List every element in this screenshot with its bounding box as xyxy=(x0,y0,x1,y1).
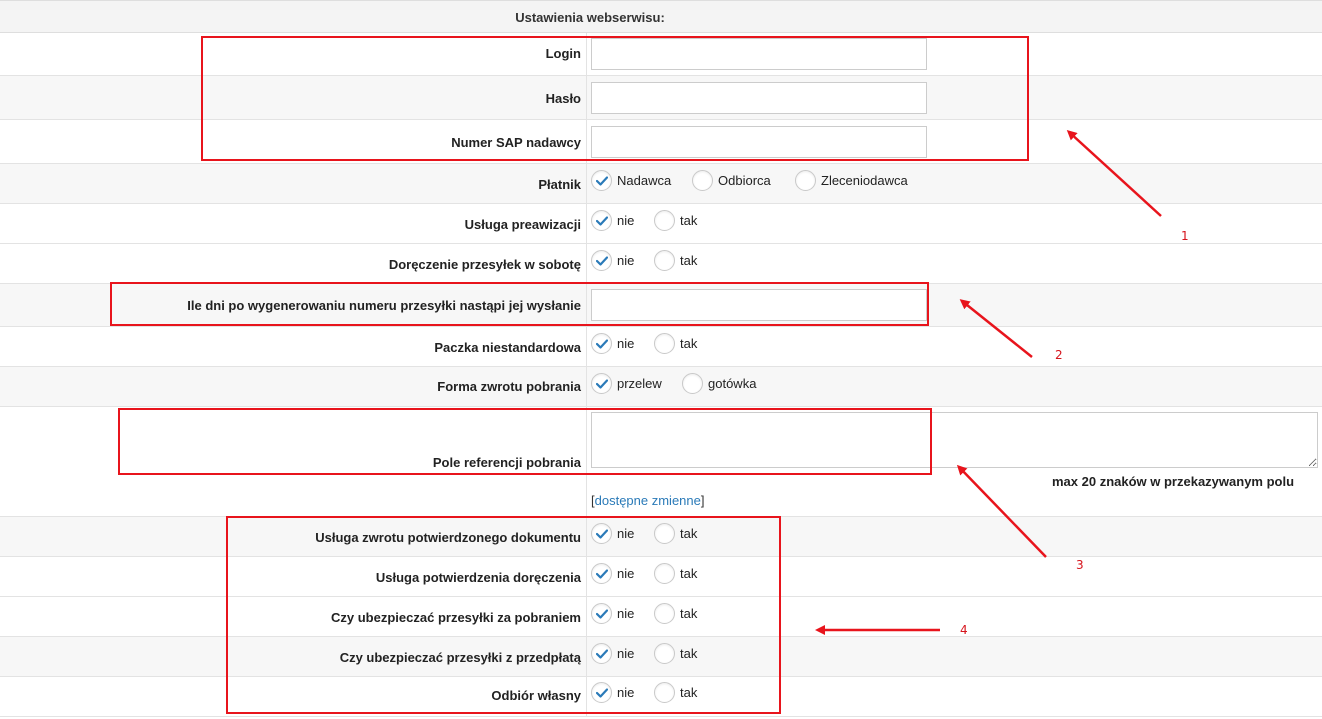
document-return-radio-tak[interactable]: tak xyxy=(654,523,697,544)
days-until-shipping-input[interactable] xyxy=(591,289,927,321)
row-saturday-delivery: Doręczenie przesyłek w sobotę nie tak xyxy=(0,244,1322,284)
insure-cod-label: Czy ubezpieczać przesyłki za pobraniem xyxy=(331,610,581,625)
row-sap-number: Numer SAP nadawcy xyxy=(0,120,1322,164)
cod-reference-label: Pole referencji pobrania xyxy=(432,455,581,470)
row-days-until-shipping: Ile dni po wygenerowaniu numeru przesyłk… xyxy=(0,284,1322,327)
row-login: Login xyxy=(0,33,1322,76)
radio-empty-icon xyxy=(654,210,675,231)
delivery-confirmation-label: Usługa potwierdzenia doręczenia xyxy=(375,570,581,585)
insure-cod-radio-nie[interactable]: nie xyxy=(591,603,634,624)
cod-return-form-label: Forma zwrotu pobrania xyxy=(437,379,581,394)
row-delivery-confirmation: Usługa potwierdzenia doręczenia nie tak xyxy=(0,557,1322,597)
nonstandard-radio-tak[interactable]: tak xyxy=(654,333,697,354)
row-document-return: Usługa zwrotu potwierdzonego dokumentu n… xyxy=(0,517,1322,557)
payer-radio-zleceniodawca[interactable]: Zleceniodawca xyxy=(795,170,908,191)
insure-prepaid-radio-nie[interactable]: nie xyxy=(591,643,634,664)
row-self-pickup: Odbiór własny nie tak xyxy=(0,677,1322,717)
row-cod-return-form: Forma zwrotu pobrania przelew gotówka xyxy=(0,367,1322,407)
available-variables-link[interactable]: dostępne zmienne xyxy=(595,493,701,508)
checkmark-icon xyxy=(591,682,612,703)
preadvice-label: Usługa preawizacji xyxy=(464,217,581,232)
payer-radio-nadawca[interactable]: Nadawca xyxy=(591,170,671,191)
checkmark-icon xyxy=(591,373,612,394)
radio-empty-icon xyxy=(654,523,675,544)
cod-reference-hint: max 20 znaków w przekazywanym polu xyxy=(1052,474,1295,489)
insure-prepaid-radio-tak[interactable]: tak xyxy=(654,643,697,664)
saturday-radio-nie[interactable]: nie xyxy=(591,250,634,271)
annotation-number-1: 1 xyxy=(1181,229,1189,243)
radio-empty-icon xyxy=(654,563,675,584)
variables-link-line: [dostępne zmienne] xyxy=(591,493,705,508)
row-nonstandard-parcel: Paczka niestandardowa nie tak xyxy=(0,327,1322,367)
saturday-radio-tak[interactable]: tak xyxy=(654,250,697,271)
checkmark-icon xyxy=(591,210,612,231)
days-until-shipping-label: Ile dni po wygenerowaniu numeru przesyłk… xyxy=(187,298,581,313)
checkmark-icon xyxy=(591,333,612,354)
password-input[interactable] xyxy=(591,82,927,114)
annotation-number-4: 4 xyxy=(960,623,968,637)
document-return-label: Usługa zwrotu potwierdzonego dokumentu xyxy=(315,530,581,545)
login-label: Login xyxy=(545,46,581,61)
radio-empty-icon xyxy=(654,643,675,664)
document-return-radio-nie[interactable]: nie xyxy=(591,523,634,544)
radio-empty-icon xyxy=(654,333,675,354)
radio-empty-icon xyxy=(682,373,703,394)
section-title: Ustawienia webserwisu: xyxy=(515,10,665,25)
row-insure-prepaid: Czy ubezpieczać przesyłki z przedpłatą n… xyxy=(0,637,1322,677)
checkmark-icon xyxy=(591,563,612,584)
row-password: Hasło xyxy=(0,76,1322,120)
insure-prepaid-label: Czy ubezpieczać przesyłki z przedpłatą xyxy=(339,650,581,665)
row-cod-reference: Pole referencji pobrania max 20 znaków w… xyxy=(0,407,1322,517)
saturday-delivery-label: Doręczenie przesyłek w sobotę xyxy=(388,257,581,272)
payer-radio-odbiorca[interactable]: Odbiorca xyxy=(692,170,771,191)
row-payer: Płatnik Nadawca Odbiorca Zleceniodawca xyxy=(0,164,1322,204)
radio-empty-icon xyxy=(692,170,713,191)
checkmark-icon xyxy=(591,643,612,664)
annotation-number-3: 3 xyxy=(1076,558,1084,572)
section-header: Ustawienia webserwisu: xyxy=(0,0,1322,33)
delivery-confirmation-radio-nie[interactable]: nie xyxy=(591,563,634,584)
checkmark-icon xyxy=(591,250,612,271)
sap-number-input[interactable] xyxy=(591,126,927,158)
sap-number-label: Numer SAP nadawcy xyxy=(451,135,581,150)
row-insure-cod: Czy ubezpieczać przesyłki za pobraniem n… xyxy=(0,597,1322,637)
radio-empty-icon xyxy=(795,170,816,191)
radio-empty-icon xyxy=(654,603,675,624)
checkmark-icon xyxy=(591,603,612,624)
password-label: Hasło xyxy=(545,91,581,106)
cod-return-radio-gotowka[interactable]: gotówka xyxy=(682,373,756,394)
insure-cod-radio-tak[interactable]: tak xyxy=(654,603,697,624)
nonstandard-radio-nie[interactable]: nie xyxy=(591,333,634,354)
checkmark-icon xyxy=(591,170,612,191)
self-pickup-radio-tak[interactable]: tak xyxy=(654,682,697,703)
self-pickup-radio-nie[interactable]: nie xyxy=(591,682,634,703)
payer-label: Płatnik xyxy=(538,177,581,192)
nonstandard-parcel-label: Paczka niestandardowa xyxy=(434,340,581,355)
radio-empty-icon xyxy=(654,250,675,271)
self-pickup-label: Odbiór własny xyxy=(491,688,581,703)
preadvice-radio-tak[interactable]: tak xyxy=(654,210,697,231)
cod-reference-textarea[interactable] xyxy=(591,412,1318,468)
login-input[interactable] xyxy=(591,38,927,70)
delivery-confirmation-radio-tak[interactable]: tak xyxy=(654,563,697,584)
annotation-number-2: 2 xyxy=(1055,348,1063,362)
preadvice-radio-nie[interactable]: nie xyxy=(591,210,634,231)
radio-empty-icon xyxy=(654,682,675,703)
cod-return-radio-przelew[interactable]: przelew xyxy=(591,373,662,394)
row-preadvice: Usługa preawizacji nie tak xyxy=(0,204,1322,244)
checkmark-icon xyxy=(591,523,612,544)
